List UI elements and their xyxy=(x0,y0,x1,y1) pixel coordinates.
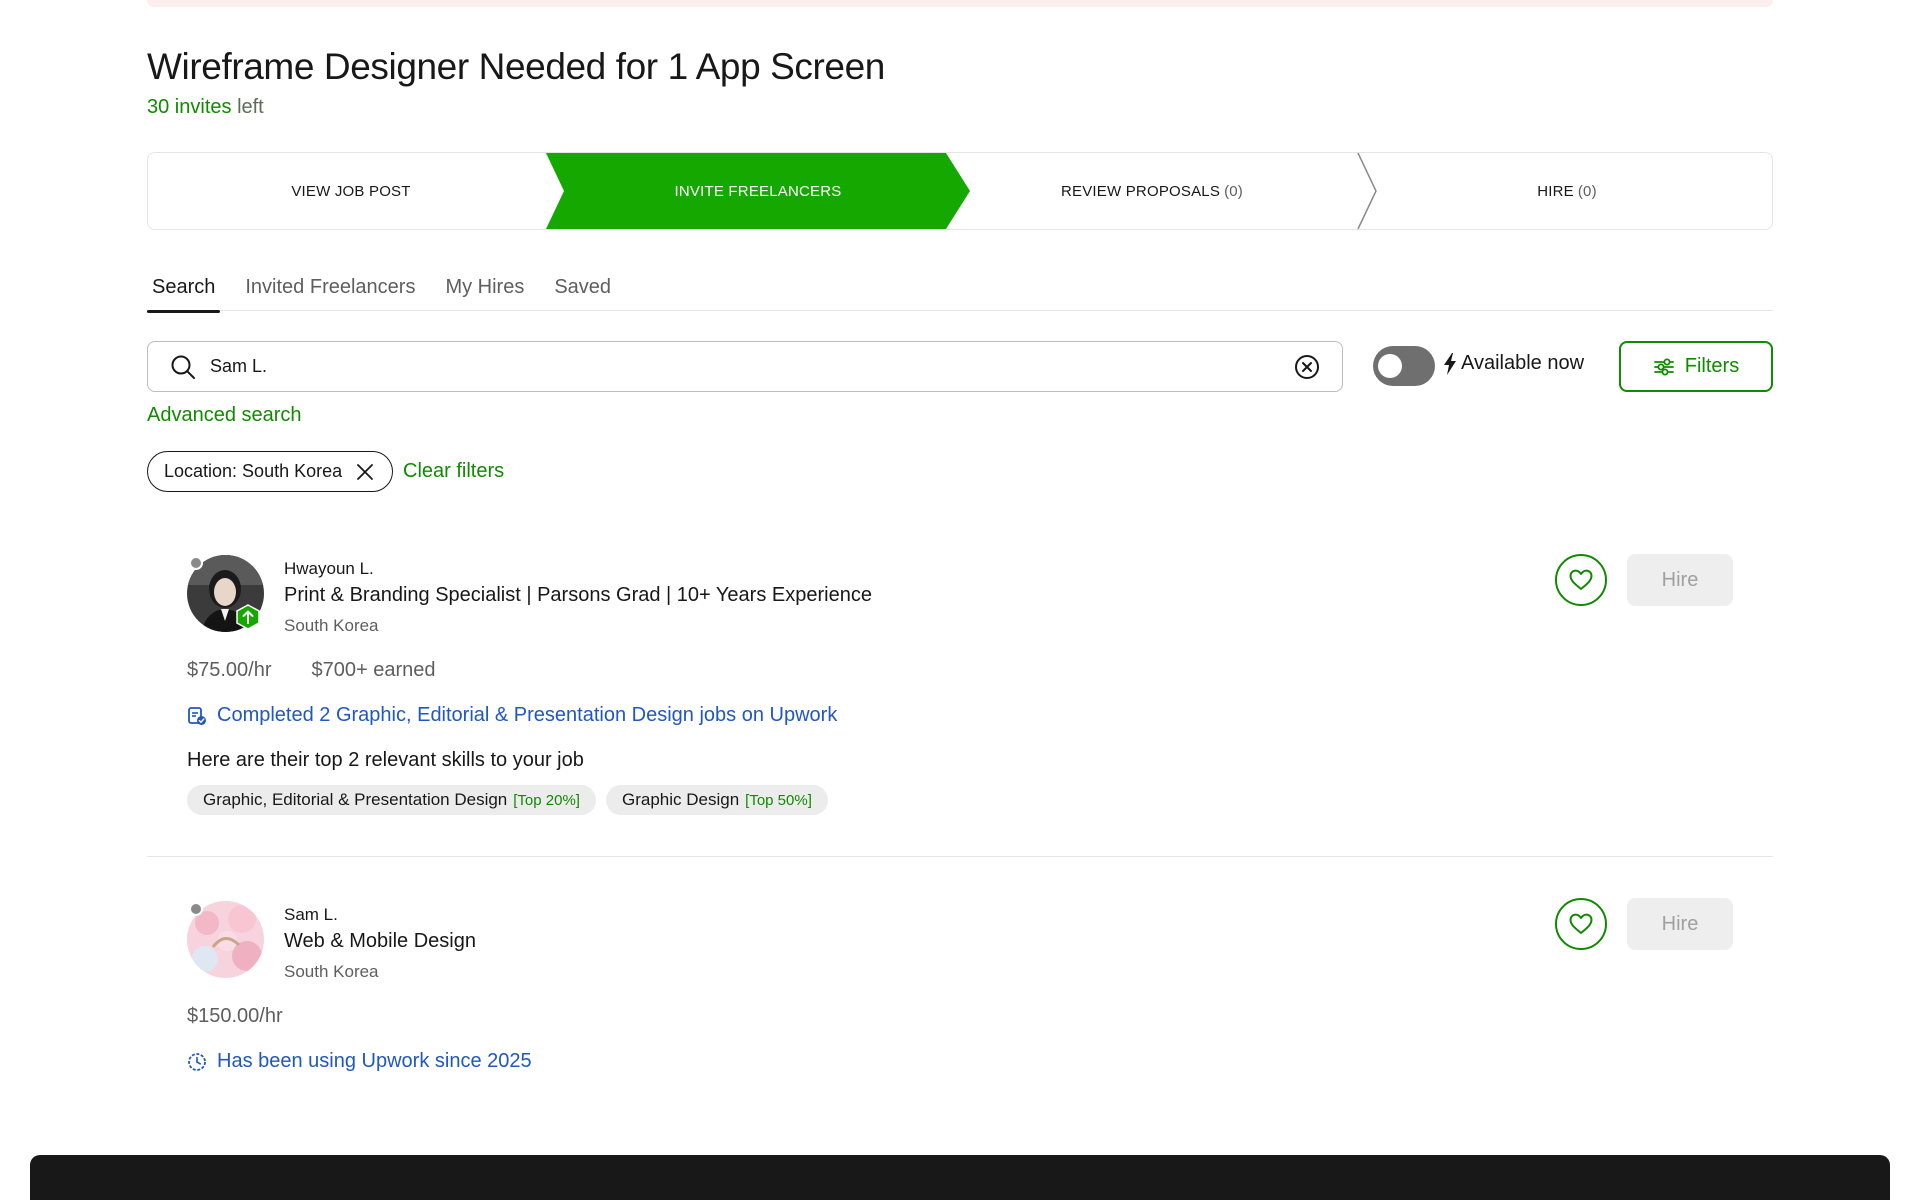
freelancer-title[interactable]: Web & Mobile Design xyxy=(284,930,476,953)
freelancer-title[interactable]: Print & Branding Specialist | Parsons Gr… xyxy=(284,584,872,607)
total-earned: $700+ earned xyxy=(311,659,436,681)
heart-icon xyxy=(1569,569,1593,590)
invites-left: 30 invites left xyxy=(147,96,264,119)
skills-list: Graphic, Editorial & Presentation Design… xyxy=(187,785,828,815)
tab-my-hires[interactable]: My Hires xyxy=(445,274,524,311)
tab-saved[interactable]: Saved xyxy=(554,274,611,311)
alert-strip xyxy=(147,0,1773,7)
clipboard-check-icon xyxy=(188,706,206,725)
freelancer-name[interactable]: Sam L. xyxy=(284,905,338,925)
hourly-rate: $150.00/hr xyxy=(187,1005,283,1027)
available-now-label: Available now xyxy=(1443,352,1584,375)
filters-button[interactable]: Filters xyxy=(1619,341,1773,392)
skills-heading: Here are their top 2 relevant skills to … xyxy=(187,749,584,771)
freelancer-stats: $75.00/hr $700+ earned xyxy=(187,659,436,682)
search-box xyxy=(147,341,1343,392)
member-since-info: Has been using Upwork since 2025 xyxy=(187,1050,532,1073)
save-freelancer-button[interactable] xyxy=(1555,554,1607,606)
clear-search-icon[interactable] xyxy=(1294,354,1320,380)
freelancer-name[interactable]: Hwayoun L. xyxy=(284,559,374,579)
bolt-icon xyxy=(1444,352,1456,375)
skill-tag[interactable]: Graphic, Editorial & Presentation Design… xyxy=(187,785,596,815)
step-hire[interactable]: HIRE (0) xyxy=(1360,153,1772,229)
hire-button[interactable]: Hire xyxy=(1627,554,1733,606)
clock-badge-icon xyxy=(188,1052,206,1071)
online-status-dot xyxy=(189,902,203,916)
tab-bar: Search Invited Freelancers My Hires Save… xyxy=(146,274,1773,313)
step-review-proposals[interactable]: REVIEW PROPOSALS (0) xyxy=(948,153,1356,229)
skill-tag[interactable]: Graphic Design [Top 50%] xyxy=(605,785,828,815)
freelancer-stats: $150.00/hr xyxy=(187,1005,283,1028)
search-icon xyxy=(171,355,195,379)
filter-chip-location[interactable]: Location: South Korea xyxy=(147,451,394,492)
rising-talent-badge-icon xyxy=(236,604,260,630)
clear-filters-link[interactable]: Clear filters xyxy=(403,460,504,483)
freelancer-location: South Korea xyxy=(284,962,379,981)
save-freelancer-button[interactable] xyxy=(1555,898,1607,950)
step-view-job-post[interactable]: VIEW JOB POST xyxy=(148,153,554,229)
remove-filter-icon[interactable] xyxy=(356,463,374,481)
hiring-stepper: VIEW JOB POST INVITE FREELANCERS REVIEW … xyxy=(147,152,1773,230)
toggle-knob xyxy=(1378,354,1402,378)
page-title: Wireframe Designer Needed for 1 App Scre… xyxy=(147,46,885,87)
step-invite-freelancers[interactable]: INVITE FREELANCERS xyxy=(546,153,970,229)
step-count: (0) xyxy=(1224,182,1243,200)
hire-button[interactable]: Hire xyxy=(1627,898,1733,950)
online-status-dot xyxy=(189,556,203,570)
skill-rank: [Top 50%] xyxy=(745,791,812,809)
step-count: (0) xyxy=(1577,182,1597,200)
skill-rank: [Top 20%] xyxy=(513,791,580,809)
sliders-icon xyxy=(1653,358,1674,375)
job-history-info: Completed 2 Graphic, Editorial & Present… xyxy=(187,704,837,727)
footer-bar xyxy=(30,1155,1890,1200)
invites-count: 30 invites xyxy=(147,96,232,118)
hourly-rate: $75.00/hr xyxy=(187,659,272,681)
freelancer-card[interactable]: Sam L. Web & Mobile Design South Korea $… xyxy=(147,866,1773,1086)
invites-suffix: left xyxy=(237,96,264,118)
available-now-toggle[interactable] xyxy=(1373,346,1435,386)
advanced-search-link[interactable]: Advanced search xyxy=(147,404,302,427)
tab-invited-freelancers[interactable]: Invited Freelancers xyxy=(245,274,415,311)
tab-search[interactable]: Search xyxy=(146,274,221,313)
heart-icon xyxy=(1569,913,1593,934)
freelancer-card[interactable]: Hwayoun L. Print & Branding Specialist |… xyxy=(147,520,1773,857)
search-input[interactable] xyxy=(210,350,1270,382)
freelancer-location: South Korea xyxy=(284,616,379,635)
